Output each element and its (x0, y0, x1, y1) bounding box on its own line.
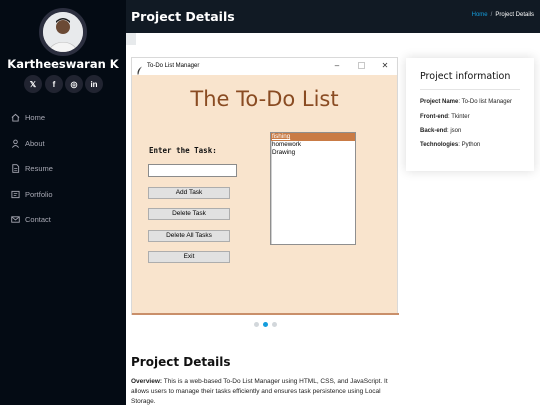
nav-label-home: Home (25, 113, 46, 123)
window-titlebar: To-Do List Manager – ✕ (132, 58, 397, 75)
info-label: Back-end (420, 128, 448, 134)
breadcrumb: Home / Project Details (472, 12, 534, 18)
divider (420, 89, 520, 90)
sidebar: Kartheeswaran K 𝕏 f ◎ in Home About Resu… (0, 0, 126, 405)
overview-label: Overview: (131, 378, 163, 385)
breadcrumb-home-link[interactable]: Home (472, 12, 488, 18)
facebook-icon[interactable]: f (45, 75, 63, 93)
info-row-front-end: Front-end: Tkinter (420, 114, 470, 120)
delete-all-tasks-button[interactable]: Delete All Tasks (148, 230, 230, 242)
details-overview: Overview: This is a web-based To-Do List… (131, 377, 399, 407)
info-value: : json (447, 128, 462, 134)
task-label: Enter the Task: (149, 146, 217, 155)
nav-label-about: About (25, 138, 45, 148)
details-title: Project Details (131, 355, 231, 369)
avatar (39, 8, 87, 56)
nav-label-portfolio: Portfolio (25, 189, 53, 199)
info-row-project-name: Project Name: To-Do list Manager (420, 99, 512, 105)
window-content: The To-Do List Enter the Task: Add Task … (132, 75, 397, 314)
nav-item-portfolio[interactable]: Portfolio (0, 182, 126, 208)
nav-label-resume: Resume (25, 164, 53, 174)
x-twitter-icon[interactable]: 𝕏 (24, 75, 42, 93)
list-item[interactable]: homework (271, 141, 355, 149)
carousel-dot[interactable] (254, 322, 259, 327)
task-input[interactable] (148, 164, 237, 177)
section-divider (126, 33, 136, 45)
book-icon (10, 189, 21, 200)
person-icon (10, 138, 21, 149)
window-title: To-Do List Manager (147, 63, 200, 69)
delete-task-button[interactable]: Delete Task (148, 208, 230, 220)
nav-label-contact: Contact (25, 215, 51, 225)
nav-item-resume[interactable]: Resume (0, 156, 126, 182)
feather-icon (136, 62, 143, 75)
info-value: : To-Do list Manager (458, 99, 512, 105)
nav-item-about[interactable]: About (0, 131, 126, 157)
instagram-icon[interactable]: ◎ (65, 75, 83, 93)
page-title: Project Details (131, 9, 235, 24)
info-label: Technologies (420, 142, 459, 148)
page-header: Project Details Home / Project Details (126, 0, 540, 33)
task-listbox[interactable]: fishing homework Drawing (270, 132, 356, 245)
file-icon (10, 163, 21, 174)
nav-item-home[interactable]: Home (0, 105, 126, 131)
profile-name: Kartheeswaran K (7, 57, 119, 71)
project-info-title: Project information (420, 71, 511, 82)
home-icon (10, 112, 21, 123)
close-icon[interactable]: ✕ (378, 60, 392, 72)
maximize-icon[interactable] (354, 60, 368, 72)
exit-button[interactable]: Exit (148, 251, 230, 263)
info-row-back-end: Back-end: json (420, 128, 461, 134)
linkedin-icon[interactable]: in (85, 75, 103, 93)
project-info-card: Project information Project Name: To-Do … (406, 58, 534, 171)
carousel-dot[interactable] (272, 322, 277, 327)
list-item-selected[interactable]: fishing (271, 133, 355, 141)
todo-app-window: To-Do List Manager – ✕ The To-Do List En… (131, 57, 399, 315)
minimize-icon[interactable]: – (330, 60, 344, 72)
app-heading: The To-Do List (190, 87, 339, 111)
add-task-button[interactable]: Add Task (148, 187, 230, 199)
info-row-technologies: Technologies: Python (420, 142, 480, 148)
overview-text: This is a web-based To-Do List Manager u… (131, 378, 388, 405)
carousel-pagination (254, 322, 277, 327)
list-item[interactable]: Drawing (271, 149, 355, 157)
nav-menu: Home About Resume Portfolio Contact (0, 105, 126, 233)
info-label: Front-end (420, 114, 448, 120)
info-value: : Tkinter (448, 114, 470, 120)
carousel-dot-active[interactable] (263, 322, 268, 327)
info-label: Project Name (420, 99, 459, 105)
window-bottom-border (132, 313, 399, 315)
envelope-icon (10, 214, 21, 225)
info-value: : Python (458, 142, 481, 148)
breadcrumb-current: Project Details (495, 12, 534, 18)
breadcrumb-separator: / (490, 12, 493, 18)
nav-item-contact[interactable]: Contact (0, 207, 126, 233)
